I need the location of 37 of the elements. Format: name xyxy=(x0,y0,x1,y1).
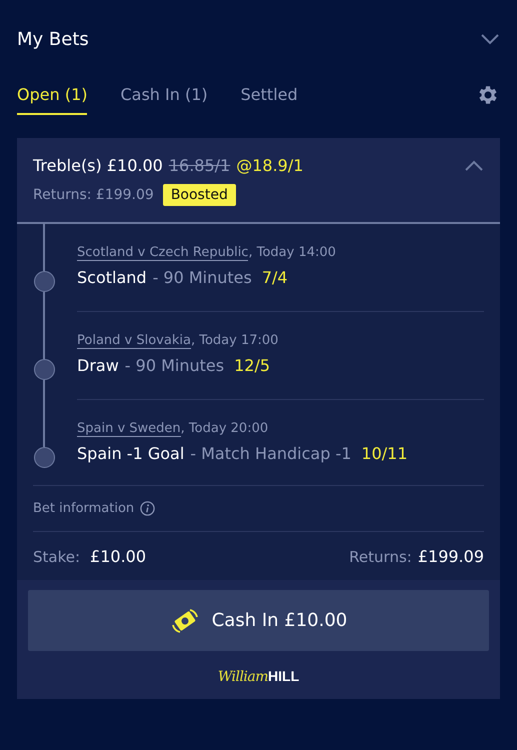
chevron-down-icon[interactable] xyxy=(480,33,500,45)
market-name: - 90 Minutes xyxy=(152,268,252,287)
timeline-node xyxy=(34,359,54,380)
event-time: , Today 20:00 xyxy=(180,421,268,436)
event-link[interactable]: Spain v Sweden xyxy=(77,421,181,437)
market-name: - 90 Minutes xyxy=(124,356,224,375)
cash-in-button[interactable]: Cash In £10.00 xyxy=(28,590,489,651)
original-odds: 16.85/1 xyxy=(168,156,230,175)
event-link[interactable]: Poland v Slovakia xyxy=(77,333,191,349)
page-title: My Bets xyxy=(17,28,89,50)
brand-logo: WilliamHILL xyxy=(218,667,300,687)
tab[interactable]: Settled xyxy=(240,78,298,113)
info-icon[interactable] xyxy=(140,501,156,516)
selection-name: Draw xyxy=(77,356,119,375)
event-time: , Today 17:00 xyxy=(190,333,278,348)
boosted-badge: Boosted xyxy=(162,184,236,206)
bet-information-link[interactable]: Bet information xyxy=(33,501,134,516)
chevron-up-icon[interactable] xyxy=(464,160,484,172)
potential-returns: Returns: £199.09 xyxy=(33,187,154,203)
boosted-odds: @18.9/1 xyxy=(236,156,304,175)
event-time: , Today 14:00 xyxy=(248,245,336,260)
stake-label: Stake: xyxy=(33,548,80,566)
selection-odds: 12/5 xyxy=(234,356,270,375)
selection-odds: 10/11 xyxy=(361,444,408,463)
stake-value: £10.00 xyxy=(90,547,146,566)
tab[interactable]: Open (1) xyxy=(17,78,88,115)
timeline-node xyxy=(34,447,54,468)
tab[interactable]: Cash In (1) xyxy=(120,78,208,113)
selection-odds: 7/4 xyxy=(262,268,288,287)
selection-name: Spain -1 Goal xyxy=(77,444,184,463)
selection-name: Scotland xyxy=(77,268,147,287)
returns-label: Returns: xyxy=(349,548,412,566)
event-link[interactable]: Scotland v Czech Republic xyxy=(77,245,248,261)
timeline-node xyxy=(34,271,54,292)
bet-type-stake: Treble(s) £10.00 xyxy=(33,156,163,175)
market-name: - Match Handicap -1 xyxy=(190,444,352,463)
returns-value: £199.09 xyxy=(418,547,484,566)
